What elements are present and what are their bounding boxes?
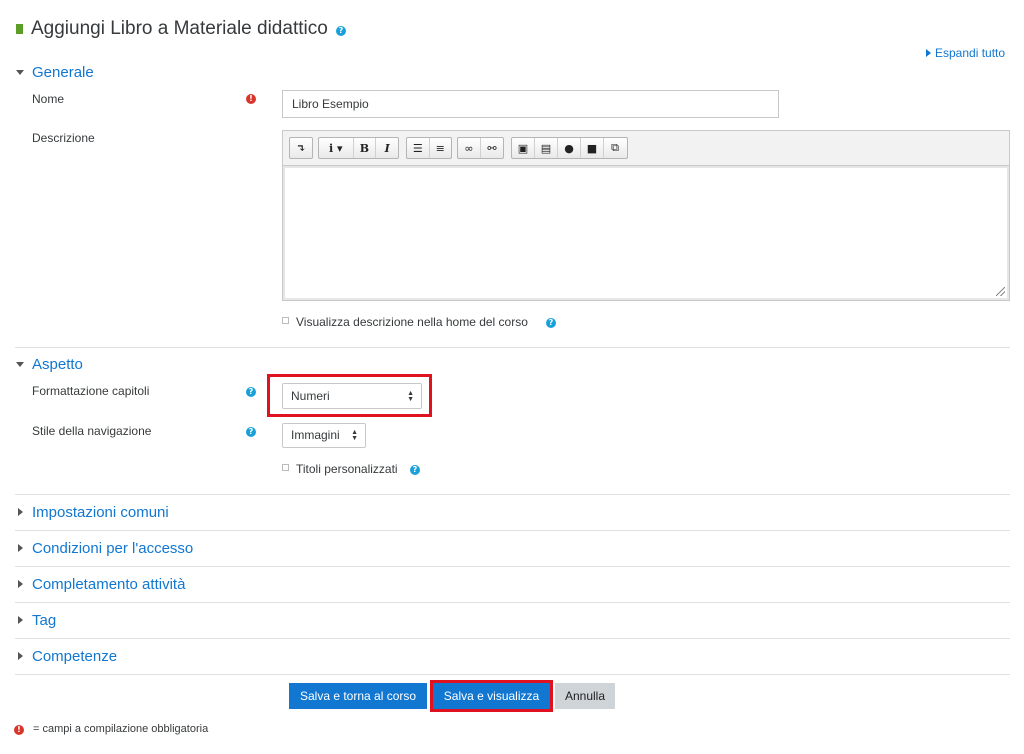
collapse-aspetto-icon[interactable] (16, 362, 24, 367)
manage-files-icon[interactable]: ⧉ (603, 138, 626, 158)
divider (15, 494, 1010, 495)
link-icon[interactable]: ∞ (458, 138, 480, 158)
titoli-help-icon[interactable]: ? (410, 465, 420, 475)
page-title: Aggiungi Libro a Materiale didattico (31, 18, 328, 39)
expand-competenze-icon[interactable] (18, 652, 23, 660)
section-completamento[interactable]: Completamento attività (32, 576, 185, 593)
nome-label: Nome (32, 92, 65, 106)
unlink-icon[interactable]: ⚯ (480, 138, 503, 158)
titoli-checkbox[interactable] (282, 464, 289, 471)
section-competenze[interactable]: Competenze (32, 648, 117, 665)
toolbar-group-2: i ▾ B I (318, 137, 399, 159)
stile-select[interactable]: Immagini ▲ ▼ (282, 423, 366, 448)
show-description-label: Visualizza descrizione nella home del co… (296, 315, 528, 329)
book-icon (16, 24, 23, 34)
expand-condizioni-icon[interactable] (18, 544, 23, 552)
toolbar-group-4: ∞ ⚯ (457, 137, 504, 159)
video-icon[interactable]: ■ (580, 138, 603, 158)
expand-completamento-icon[interactable] (18, 580, 23, 588)
editor-textarea[interactable] (282, 166, 1010, 301)
divider (15, 530, 1010, 531)
nome-input-value: Libro Esempio (292, 97, 369, 111)
formattazione-label: Formattazione capitoli (32, 384, 150, 398)
divider (15, 566, 1010, 567)
descrizione-label: Descrizione (32, 131, 95, 145)
section-impostazioni[interactable]: Impostazioni comuni (32, 504, 169, 521)
toolbar-group-3: ☰ ≡ (406, 137, 452, 159)
cancel-button[interactable]: Annulla (555, 683, 615, 709)
select-arrows-icon: ▲ ▼ (351, 429, 358, 442)
image-icon[interactable]: ▣ (512, 138, 534, 158)
toolbar-group-5: ▣ ▤ ● ■ ⧉ (511, 137, 628, 159)
expand-impostazioni-icon[interactable] (18, 508, 23, 516)
show-description-help-icon[interactable]: ? (546, 318, 556, 328)
bold-icon[interactable]: B (352, 138, 376, 158)
divider (15, 638, 1010, 639)
save-display-button[interactable]: Salva e visualizza (433, 683, 550, 709)
nome-input[interactable]: Libro Esempio (282, 90, 779, 118)
toolbar-toggle-icon[interactable]: ↴ (290, 138, 312, 158)
divider (15, 674, 1010, 675)
formattazione-help-icon[interactable]: ? (246, 387, 256, 397)
unordered-list-icon[interactable]: ☰ (407, 138, 429, 158)
section-condizioni[interactable]: Condizioni per l'accesso (32, 540, 193, 557)
formattazione-select-value: Numeri (291, 389, 330, 403)
divider (15, 602, 1010, 603)
collapse-generale-icon[interactable] (16, 70, 24, 75)
save-return-button[interactable]: Salva e torna al corso (289, 683, 427, 709)
expand-tag-icon[interactable] (18, 616, 23, 624)
section-tag[interactable]: Tag (32, 612, 56, 629)
stile-help-icon[interactable]: ? (246, 427, 256, 437)
resize-handle-icon[interactable] (996, 287, 1005, 296)
stile-label: Stile della navigazione (32, 424, 152, 438)
expand-all-link[interactable]: Espandi tutto (926, 46, 1005, 60)
chevron-right-icon (926, 49, 931, 57)
required-icon: ! (14, 725, 24, 735)
paragraph-style-icon[interactable]: i ▾ (319, 138, 353, 158)
section-generale[interactable]: Generale (32, 64, 94, 81)
divider (15, 347, 1010, 348)
media-icon[interactable]: ▤ (534, 138, 557, 158)
toolbar-group-1: ↴ (289, 137, 313, 159)
italic-icon[interactable]: I (375, 138, 398, 158)
required-icon: ! (246, 94, 256, 104)
ordered-list-icon[interactable]: ≡ (428, 138, 452, 158)
show-description-checkbox[interactable] (282, 317, 289, 324)
section-aspetto[interactable]: Aspetto (32, 356, 83, 373)
select-arrows-icon: ▲ ▼ (407, 390, 414, 403)
titoli-label: Titoli personalizzati (296, 462, 398, 476)
required-note: = campi a compilazione obbligatoria (33, 723, 209, 735)
stile-select-value: Immagini (291, 428, 340, 442)
title-help-icon[interactable]: ? (336, 26, 346, 36)
formattazione-select[interactable]: Numeri ▲ ▼ (282, 383, 422, 409)
microphone-icon[interactable]: ● (557, 138, 580, 158)
